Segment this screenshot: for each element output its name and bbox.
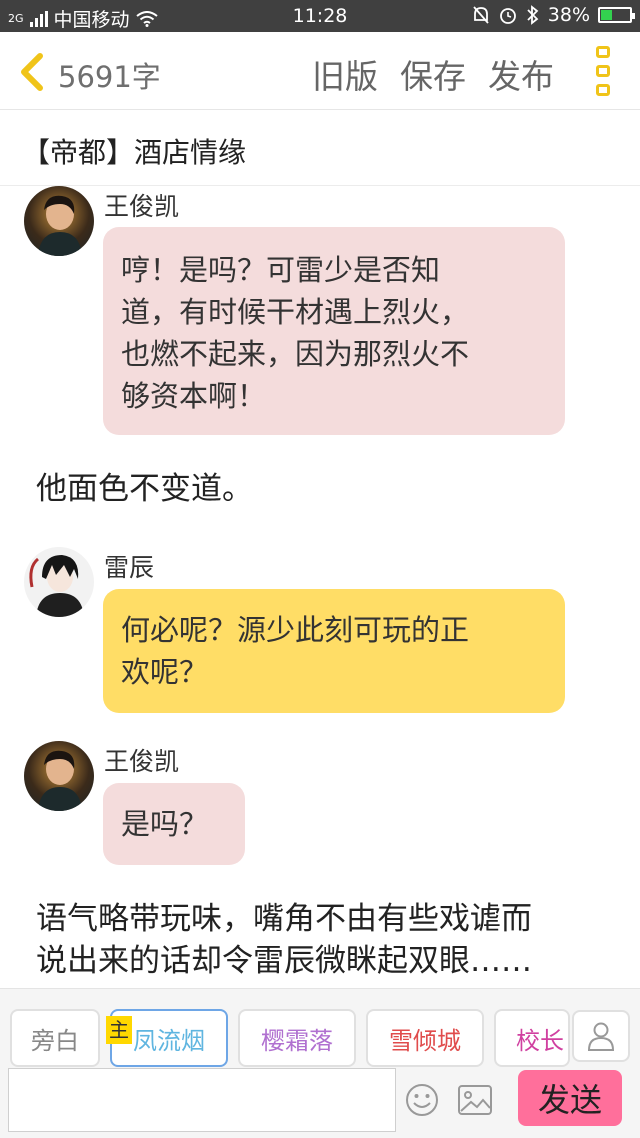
status-right: 38% (472, 4, 635, 26)
editor-toolbar: 5691字 旧版 保存 发布 (0, 32, 640, 110)
emoji-icon[interactable] (404, 1082, 440, 1118)
chat-bubble[interactable]: 哼！是吗？可雷少是否知 道，有时候干材遇上烈火， 也燃不起来，因为那烈火不 够资… (103, 227, 565, 435)
avatar[interactable] (24, 741, 94, 811)
avatar-portrait-icon (38, 750, 82, 811)
bubble-line: 何必呢？源少此刻可玩的正 (121, 613, 470, 647)
image-icon[interactable] (457, 1084, 493, 1116)
speaker-name: 王俊凯 (104, 747, 180, 776)
battery-percent: 38% (547, 4, 590, 26)
narration-line: 说出来的话却令雷辰微眯起双眼…… (36, 943, 532, 979)
avatar[interactable] (24, 186, 94, 256)
character-chip-yingshuangluo[interactable]: 樱霜落 (238, 1009, 356, 1067)
status-bar: 2G 中国移动 11:28 38% (0, 0, 640, 32)
narration-line: 语气略带玩味，嘴角不由有些戏谑而 (36, 901, 532, 937)
avatar-portrait-icon (29, 555, 84, 617)
chip-label: 校长 (516, 1026, 564, 1055)
bubble-line: 哼！是吗？可雷少是否知 (121, 253, 441, 287)
chat-bubble[interactable]: 是吗？ (103, 783, 245, 865)
bubble-line: 道，有时候干材遇上烈火， (121, 295, 470, 329)
main-character-tag: 主 (106, 1016, 132, 1044)
old-version-button[interactable]: 旧版 (312, 50, 378, 98)
person-icon (587, 1022, 615, 1051)
character-bar: 旁白 凤流烟 樱霜落 雪倾城 校长 (0, 988, 640, 1068)
speaker-name: 王俊凯 (104, 192, 180, 221)
alarm-icon (499, 8, 516, 24)
title-divider (0, 185, 640, 186)
chip-label: 樱霜落 (261, 1026, 333, 1055)
chevron-left-icon[interactable] (18, 52, 48, 92)
character-chip-principal[interactable]: 校长 (494, 1009, 570, 1067)
word-count: 5691字 (58, 60, 161, 94)
battery-fill (601, 10, 612, 20)
bluetooth-icon (527, 5, 539, 25)
narration-text[interactable]: 他面色不变道。 (36, 468, 253, 510)
send-button[interactable]: 发送 (518, 1070, 622, 1126)
avatar-portrait-icon (38, 195, 82, 256)
publish-button[interactable]: 发布 (488, 50, 554, 98)
save-button[interactable]: 保存 (400, 50, 466, 98)
bubble-line: 也燃不起来，因为那烈火不 (121, 337, 470, 371)
chip-label: 凤流烟 (133, 1026, 205, 1055)
chip-label: 旁白 (31, 1026, 79, 1055)
message-input[interactable] (8, 1068, 396, 1132)
character-chip-narrator[interactable]: 旁白 (10, 1009, 100, 1067)
speaker-name: 雷辰 (104, 553, 155, 582)
more-vertical-icon[interactable] (596, 46, 614, 96)
narration-text[interactable]: 语气略带玩味，嘴角不由有些戏谑而 说出来的话却令雷辰微眯起双眼…… (36, 898, 532, 982)
bubble-line: 欢呢？ (121, 655, 209, 689)
chat-bubble[interactable]: 何必呢？源少此刻可玩的正 欢呢？ (103, 589, 565, 713)
bubble-line: 够资本啊！ (121, 379, 267, 413)
character-chip-xueqingcheng[interactable]: 雪倾城 (366, 1009, 484, 1067)
add-character-button[interactable] (572, 1010, 630, 1062)
input-row: 发送 (0, 1068, 640, 1138)
avatar[interactable] (24, 547, 94, 617)
chip-label: 雪倾城 (389, 1026, 461, 1055)
bubble-line: 是吗？ (121, 807, 209, 841)
battery-icon (598, 7, 635, 23)
story-title[interactable]: 【帝都】酒店情缘 (22, 131, 246, 171)
mute-bell-icon (473, 6, 489, 24)
